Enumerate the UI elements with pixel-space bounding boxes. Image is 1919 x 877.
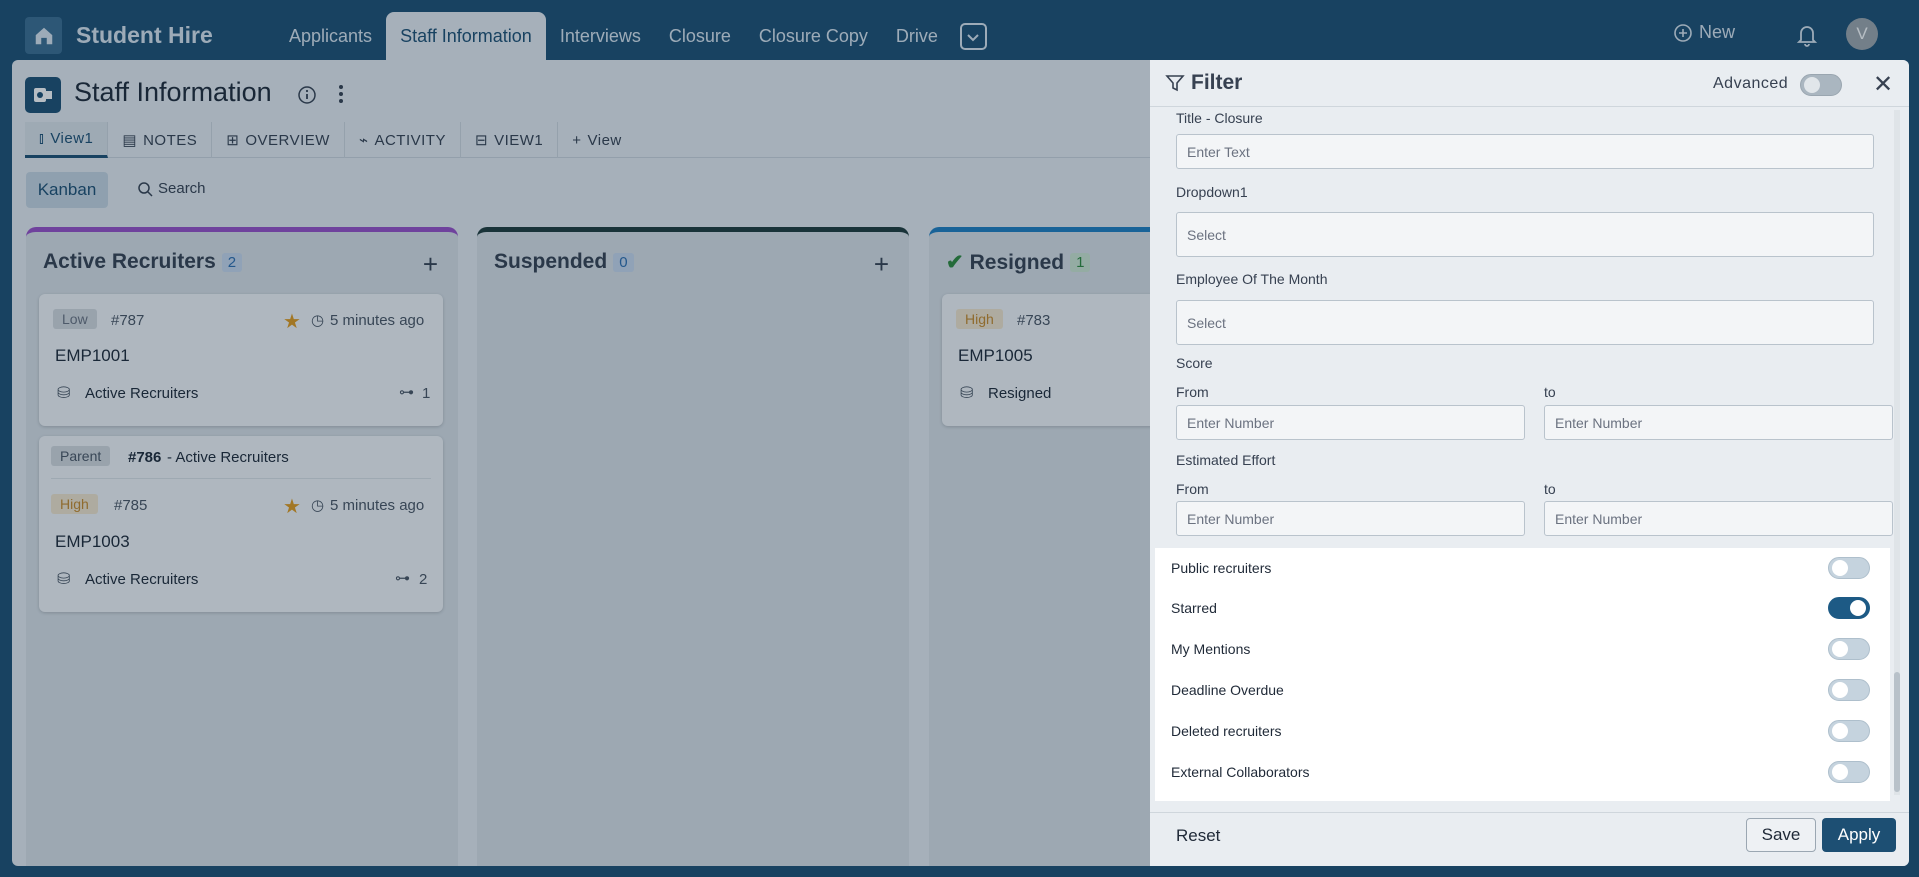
employee-month-select[interactable]: Select bbox=[1176, 300, 1874, 345]
switch-label: Starred bbox=[1171, 600, 1217, 616]
employee-month-label: Employee Of The Month bbox=[1176, 271, 1328, 287]
score-from-label: From bbox=[1176, 384, 1209, 400]
effort-from-label: From bbox=[1176, 481, 1209, 497]
save-button[interactable]: Save bbox=[1746, 818, 1816, 852]
deleted-recruiters-toggle[interactable] bbox=[1828, 720, 1870, 742]
starred-toggle[interactable] bbox=[1828, 597, 1870, 619]
advanced-label: Advanced bbox=[1713, 75, 1789, 92]
estimated-effort-label: Estimated Effort bbox=[1176, 452, 1276, 468]
title-closure-input[interactable]: Enter Text bbox=[1176, 134, 1874, 169]
my-mentions-toggle[interactable] bbox=[1828, 638, 1870, 660]
filter-title: Filter bbox=[1191, 71, 1243, 94]
public-recruiters-toggle[interactable] bbox=[1828, 557, 1870, 579]
switch-public-recruiters: Public recruiters bbox=[1171, 553, 1871, 583]
switch-label: Public recruiters bbox=[1171, 560, 1272, 576]
title-closure-label: Title - Closure bbox=[1176, 110, 1263, 126]
score-from-input[interactable]: Enter Number bbox=[1176, 405, 1525, 440]
reset-button[interactable]: Reset bbox=[1176, 826, 1220, 846]
switch-label: My Mentions bbox=[1171, 641, 1251, 657]
effort-to-label: to bbox=[1544, 481, 1556, 497]
score-to-input[interactable]: Enter Number bbox=[1544, 405, 1893, 440]
score-label: Score bbox=[1176, 355, 1213, 371]
switch-deadline-overdue: Deadline Overdue bbox=[1171, 675, 1871, 705]
divider bbox=[1150, 812, 1909, 813]
switch-starred: Starred bbox=[1171, 593, 1871, 623]
advanced-toggle[interactable] bbox=[1800, 74, 1842, 96]
switch-group: Public recruiters Starred My Mentions De… bbox=[1155, 548, 1890, 801]
dropdown1-placeholder: Select bbox=[1187, 226, 1226, 243]
filter-panel: Filter Advanced ✕ Title - Closure Enter … bbox=[1150, 60, 1909, 866]
switch-label: External Collaborators bbox=[1171, 764, 1310, 780]
effort-to-placeholder: Enter Number bbox=[1555, 510, 1643, 527]
switch-label: Deadline Overdue bbox=[1171, 682, 1284, 698]
score-to-label: to bbox=[1544, 384, 1556, 400]
dropdown1-select[interactable]: Select bbox=[1176, 212, 1874, 257]
filter-icon bbox=[1165, 75, 1185, 92]
switch-my-mentions: My Mentions bbox=[1171, 634, 1871, 664]
deadline-overdue-toggle[interactable] bbox=[1828, 679, 1870, 701]
external-collaborators-toggle[interactable] bbox=[1828, 761, 1870, 783]
switch-external-collaborators: External Collaborators bbox=[1171, 757, 1871, 787]
close-icon[interactable]: ✕ bbox=[1873, 70, 1893, 99]
effort-from-placeholder: Enter Number bbox=[1187, 510, 1275, 527]
divider bbox=[1150, 106, 1909, 107]
title-closure-placeholder: Enter Text bbox=[1187, 143, 1250, 160]
switch-deleted-recruiters: Deleted recruiters bbox=[1171, 716, 1871, 746]
apply-button[interactable]: Apply bbox=[1822, 818, 1896, 852]
effort-to-input[interactable]: Enter Number bbox=[1544, 501, 1893, 536]
score-from-placeholder: Enter Number bbox=[1187, 414, 1275, 431]
filter-header: Filter bbox=[1165, 71, 1242, 95]
switch-label: Deleted recruiters bbox=[1171, 723, 1282, 739]
effort-from-input[interactable]: Enter Number bbox=[1176, 501, 1525, 536]
employee-month-placeholder: Select bbox=[1187, 314, 1226, 331]
scrollbar-thumb[interactable] bbox=[1894, 672, 1900, 792]
score-to-placeholder: Enter Number bbox=[1555, 414, 1643, 431]
dropdown1-label: Dropdown1 bbox=[1176, 184, 1248, 200]
